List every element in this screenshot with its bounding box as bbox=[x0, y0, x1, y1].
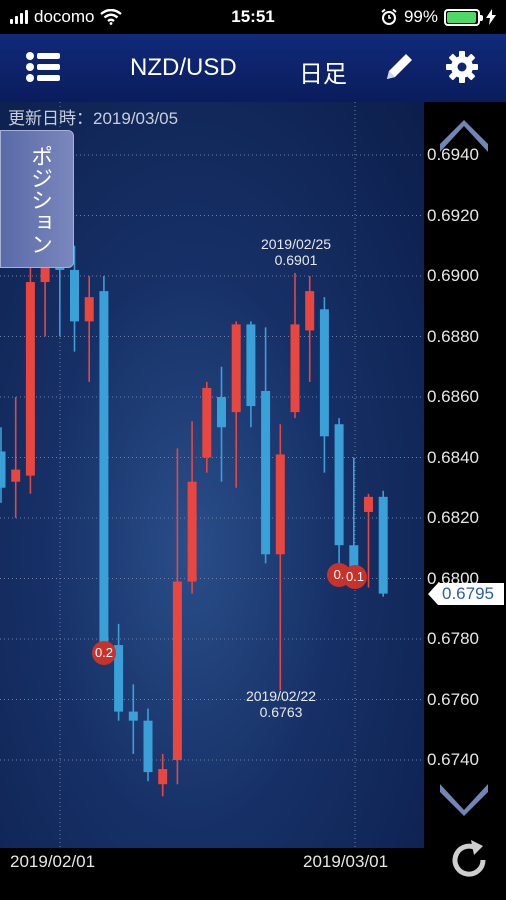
candle-body bbox=[305, 291, 315, 331]
trade-badge[interactable]: 0.2 bbox=[92, 641, 116, 665]
charging-icon bbox=[486, 9, 496, 25]
position-tab-label: ポジション bbox=[28, 145, 53, 255]
low-value: 0.6763 bbox=[259, 704, 303, 720]
candle-body bbox=[349, 545, 359, 567]
candle-body bbox=[143, 720, 153, 773]
current-price-tag: 0.6795 bbox=[428, 583, 504, 605]
high-annotation: 2019/02/25 0.6901 bbox=[241, 236, 351, 268]
alarm-icon bbox=[381, 8, 397, 25]
candle-body bbox=[187, 481, 197, 582]
high-date: 2019/02/25 bbox=[260, 236, 332, 252]
status-right: 99% bbox=[380, 7, 496, 27]
pencil-icon[interactable] bbox=[384, 50, 416, 82]
candle-body bbox=[275, 454, 285, 555]
candle-body bbox=[158, 769, 168, 785]
candle-body bbox=[246, 324, 256, 407]
candle-body bbox=[128, 711, 138, 721]
candle-body bbox=[70, 269, 79, 322]
y-axis-label: 0.6900 bbox=[427, 266, 479, 285]
candle-body bbox=[334, 424, 344, 546]
candle-body bbox=[231, 324, 241, 413]
position-tab[interactable]: ポジション bbox=[0, 130, 74, 268]
nav-bar: NZD/USD 日足 bbox=[0, 34, 506, 102]
currency-pair-title[interactable]: NZD/USD bbox=[130, 54, 237, 82]
y-axis-label: 0.6780 bbox=[427, 629, 479, 648]
battery-icon bbox=[444, 8, 483, 26]
scroll-up-icon[interactable] bbox=[438, 120, 490, 154]
y-axis-label: 0.6840 bbox=[427, 447, 479, 467]
menu-list-icon[interactable] bbox=[26, 52, 60, 82]
candle-body bbox=[0, 451, 6, 488]
timeframe-selector[interactable]: 日足 bbox=[299, 54, 347, 89]
candle-body bbox=[202, 387, 212, 458]
candle-body bbox=[172, 581, 182, 760]
refresh-icon[interactable] bbox=[447, 838, 491, 882]
gear-icon[interactable] bbox=[445, 50, 479, 84]
battery-percent: 99% bbox=[403, 7, 438, 26]
y-axis-label: 0.6760 bbox=[427, 689, 479, 709]
candle-body bbox=[84, 297, 94, 322]
low-date: 2019/02/22 bbox=[245, 688, 317, 704]
candle-body bbox=[378, 496, 388, 594]
y-axis-label: 0.6860 bbox=[427, 387, 479, 406]
candle-body bbox=[364, 496, 373, 512]
high-value: 0.6901 bbox=[274, 252, 318, 268]
low-annotation: 2019/02/22 0.6763 bbox=[226, 688, 336, 720]
candle-body bbox=[11, 469, 21, 482]
y-axis-label: 0.6920 bbox=[427, 205, 479, 225]
y-axis-label: 0.6820 bbox=[427, 508, 479, 527]
updated-timestamp: 更新日時：2019/03/05 bbox=[8, 109, 179, 128]
x-axis-label: 2019/03/01 bbox=[303, 852, 389, 871]
scroll-down-icon[interactable] bbox=[438, 782, 490, 816]
x-axis-label: 2019/02/01 bbox=[10, 852, 96, 871]
trade-badge[interactable]: 0.1 bbox=[343, 565, 367, 589]
candle-body bbox=[319, 309, 329, 437]
status-bar: docomo 15:51 99% bbox=[0, 0, 506, 34]
y-axis-label: 0.6740 bbox=[427, 750, 479, 769]
candle-body bbox=[217, 397, 226, 428]
candle-body bbox=[261, 390, 271, 555]
candle-body bbox=[99, 291, 109, 646]
candle-body bbox=[290, 324, 300, 413]
candle-body bbox=[25, 282, 35, 476]
y-axis-label: 0.6880 bbox=[427, 326, 479, 346]
